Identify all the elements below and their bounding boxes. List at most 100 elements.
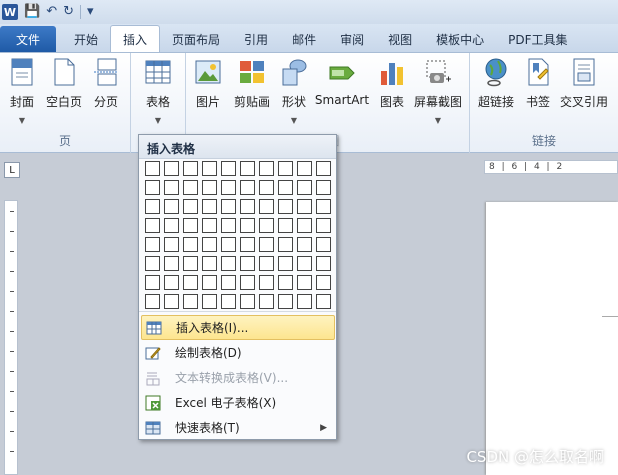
vertical-ruler[interactable] <box>4 200 18 475</box>
table-grid-cell[interactable] <box>316 294 331 309</box>
table-grid-cell[interactable] <box>164 256 179 271</box>
tab-view[interactable]: 视图 <box>376 26 424 52</box>
table-grid-cell[interactable] <box>221 218 236 233</box>
blank-page-button[interactable]: 空白页 <box>44 57 84 110</box>
table-grid-cell[interactable] <box>164 218 179 233</box>
table-grid-cell[interactable] <box>316 161 331 176</box>
table-grid-cell[interactable] <box>183 256 198 271</box>
table-grid-cell[interactable] <box>221 237 236 252</box>
customize-toolbar-icon[interactable]: ▾ <box>87 4 94 20</box>
table-grid-cell[interactable] <box>145 218 160 233</box>
table-grid-cell[interactable] <box>259 161 274 176</box>
table-grid-cell[interactable] <box>202 218 217 233</box>
table-grid-cell[interactable] <box>221 199 236 214</box>
table-grid-cell[interactable] <box>278 199 293 214</box>
table-grid-cell[interactable] <box>145 256 160 271</box>
table-grid-cell[interactable] <box>202 237 217 252</box>
table-grid-cell[interactable] <box>259 218 274 233</box>
picture-button[interactable]: 图片 <box>188 57 228 110</box>
clip-art-button[interactable]: 剪贴画 <box>232 57 272 110</box>
table-grid-cell[interactable] <box>221 256 236 271</box>
table-grid-cell[interactable] <box>240 256 255 271</box>
table-grid-cell[interactable] <box>183 199 198 214</box>
undo-icon[interactable]: ↶ <box>46 4 57 20</box>
hyperlink-button[interactable]: 超链接 <box>476 57 516 110</box>
tab-template-center[interactable]: 模板中心 <box>424 26 496 52</box>
tab-references[interactable]: 引用 <box>232 26 280 52</box>
bookmark-button[interactable]: 书签 <box>518 57 558 110</box>
table-grid-cell[interactable] <box>316 218 331 233</box>
tab-insert[interactable]: 插入 <box>110 25 161 52</box>
table-grid-cell[interactable] <box>221 180 236 195</box>
table-grid-cell[interactable] <box>278 256 293 271</box>
redo-icon[interactable]: ↻ <box>63 4 74 20</box>
tab-home[interactable]: 开始 <box>62 26 110 52</box>
tab-page-layout[interactable]: 页面布局 <box>160 26 232 52</box>
table-grid-cell[interactable] <box>164 237 179 252</box>
table-grid-cell[interactable] <box>240 199 255 214</box>
menu-insert-table[interactable]: 插入表格(I)... <box>141 315 335 340</box>
table-grid-cell[interactable] <box>202 161 217 176</box>
table-grid-cell[interactable] <box>297 294 312 309</box>
table-grid-cell[interactable] <box>259 256 274 271</box>
table-grid-cell[interactable] <box>316 275 331 290</box>
ruler-tab-selector[interactable]: L <box>4 162 20 178</box>
table-grid-cell[interactable] <box>297 199 312 214</box>
table-grid-cell[interactable] <box>259 199 274 214</box>
table-grid-cell[interactable] <box>240 237 255 252</box>
table-grid-cell[interactable] <box>202 180 217 195</box>
table-grid-cell[interactable] <box>297 275 312 290</box>
table-grid-cell[interactable] <box>202 199 217 214</box>
table-grid-cell[interactable] <box>278 218 293 233</box>
table-grid-cell[interactable] <box>259 275 274 290</box>
page-break-button[interactable]: 分页 <box>86 57 126 110</box>
table-grid-cell[interactable] <box>297 161 312 176</box>
table-grid-cell[interactable] <box>145 294 160 309</box>
table-grid-cell[interactable] <box>183 275 198 290</box>
menu-draw-table[interactable]: 绘制表格(D) <box>141 340 335 365</box>
table-grid-cell[interactable] <box>145 180 160 195</box>
table-grid-cell[interactable] <box>164 294 179 309</box>
table-grid-cell[interactable] <box>316 199 331 214</box>
tab-review[interactable]: 审阅 <box>328 26 376 52</box>
table-grid-cell[interactable] <box>145 237 160 252</box>
horizontal-ruler[interactable]: 8 | 6 | 4 | 2 <box>484 160 618 174</box>
table-grid-cell[interactable] <box>183 294 198 309</box>
table-grid-cell[interactable] <box>202 256 217 271</box>
table-grid-cell[interactable] <box>278 180 293 195</box>
table-grid-cell[interactable] <box>240 180 255 195</box>
table-grid-cell[interactable] <box>316 256 331 271</box>
table-button[interactable]: 表格 ▼ <box>138 57 178 125</box>
smartart-button[interactable]: SmartArt <box>315 57 369 107</box>
chart-button[interactable]: 图表 <box>372 57 412 110</box>
table-grid-cell[interactable] <box>164 161 179 176</box>
table-grid-cell[interactable] <box>240 275 255 290</box>
table-grid-cell[interactable] <box>221 161 236 176</box>
menu-convert-text-to-table[interactable]: 文本转换成表格(V)... <box>141 365 335 390</box>
menu-quick-tables[interactable]: 快速表格(T) ▶ <box>141 415 335 440</box>
table-grid-cell[interactable] <box>164 180 179 195</box>
table-grid-cell[interactable] <box>240 161 255 176</box>
table-grid-cell[interactable] <box>240 218 255 233</box>
table-grid-cell[interactable] <box>316 237 331 252</box>
table-grid-cell[interactable] <box>278 275 293 290</box>
table-grid-cell[interactable] <box>259 237 274 252</box>
table-grid-cell[interactable] <box>259 180 274 195</box>
table-grid-cell[interactable] <box>221 294 236 309</box>
table-grid-cell[interactable] <box>183 218 198 233</box>
cover-page-button[interactable]: 封面 ▼ <box>2 57 42 125</box>
table-grid-cell[interactable] <box>259 294 274 309</box>
table-grid-cell[interactable] <box>278 161 293 176</box>
table-grid-cell[interactable] <box>316 180 331 195</box>
cross-reference-button[interactable]: 交叉引用 <box>560 57 608 110</box>
tab-file[interactable]: 文件 <box>0 26 56 52</box>
table-grid-cell[interactable] <box>164 199 179 214</box>
screenshot-button[interactable]: 屏幕截图 ▼ <box>414 57 462 125</box>
table-grid-cell[interactable] <box>240 294 255 309</box>
table-grid-cell[interactable] <box>278 294 293 309</box>
table-grid-cell[interactable] <box>183 180 198 195</box>
table-grid-cell[interactable] <box>202 275 217 290</box>
save-icon[interactable]: 💾 <box>24 4 40 20</box>
menu-excel-spreadsheet[interactable]: Excel 电子表格(X) <box>141 390 335 415</box>
table-grid-cell[interactable] <box>164 275 179 290</box>
